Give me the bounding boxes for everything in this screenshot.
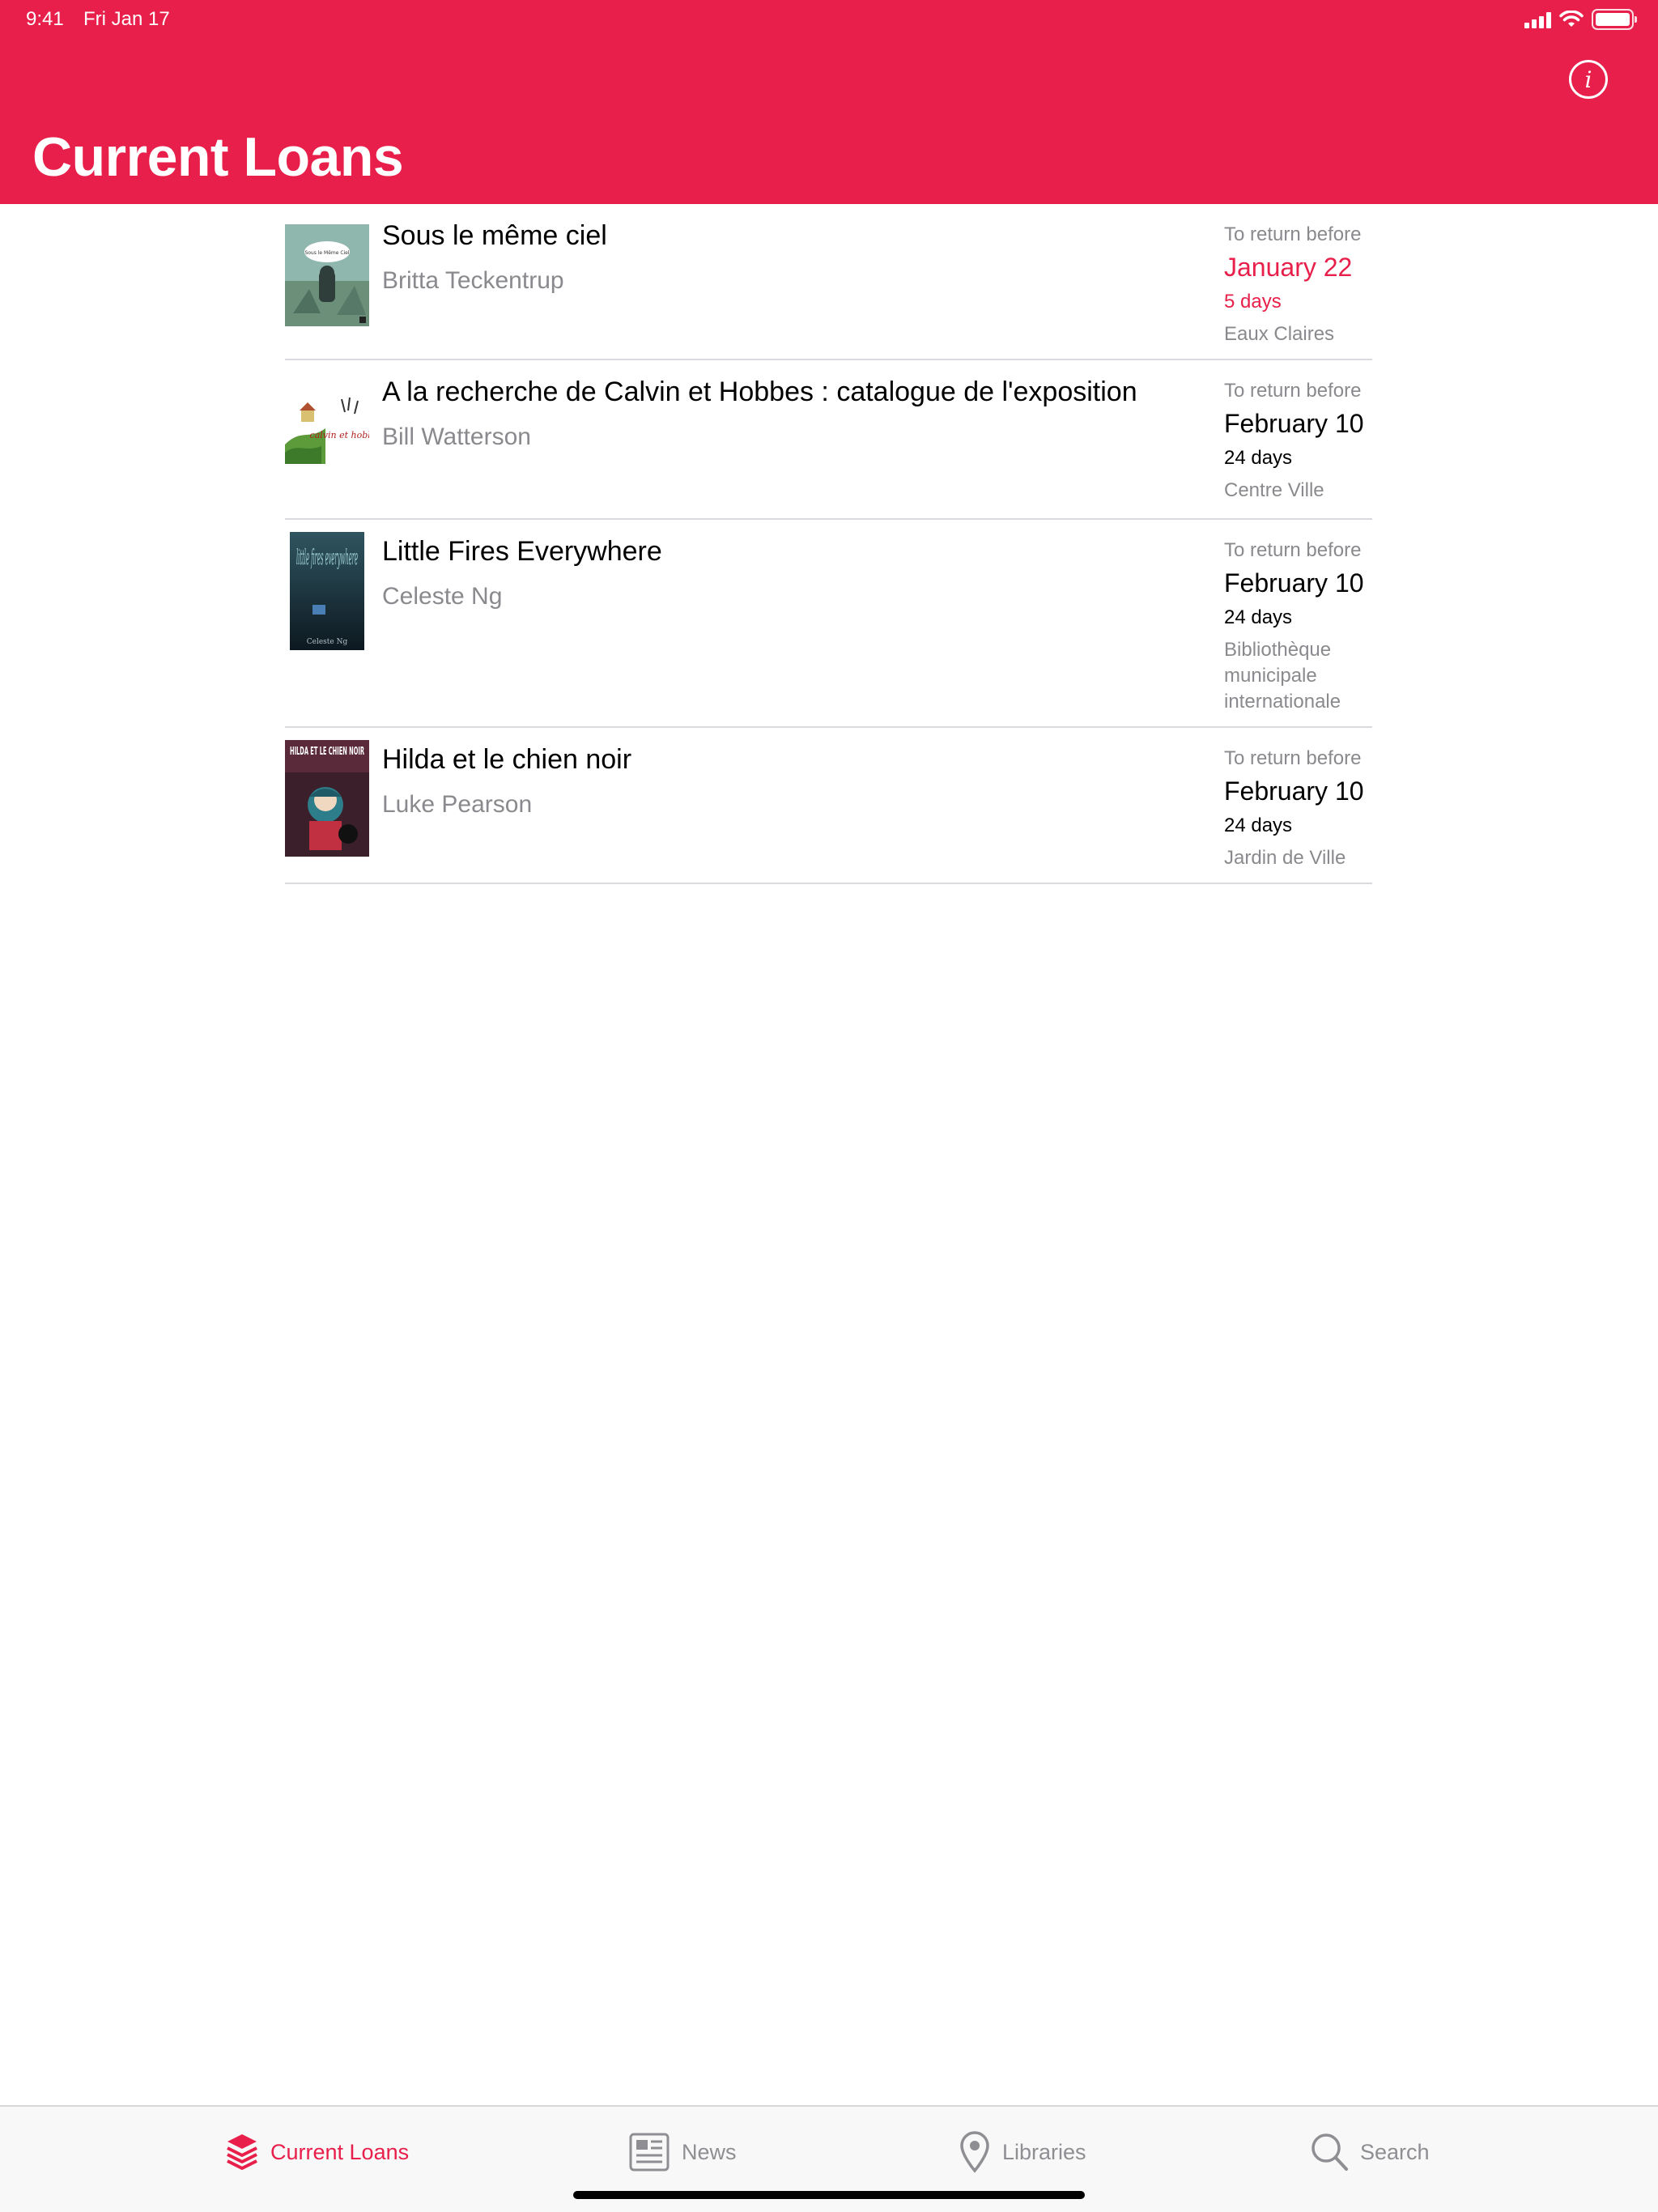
book-title: Sous le même ciel xyxy=(382,220,607,251)
days-remaining: 5 days xyxy=(1224,291,1282,313)
book-title: Hilda et le chien noir xyxy=(382,744,632,775)
due-label: To return before xyxy=(1224,539,1362,561)
due-label: To return before xyxy=(1224,223,1362,245)
book-stack-icon xyxy=(227,2134,257,2170)
due-date: February 10 xyxy=(1224,776,1364,806)
book-author: Britta Teckentrup xyxy=(382,267,564,294)
book-cover-image: Sous le Même Ciel xyxy=(285,224,369,326)
list-item[interactable]: calvin et hobbes A la recherche de Calvi… xyxy=(285,360,1372,520)
due-info: To return before February 10 24 days Bib… xyxy=(1224,539,1378,715)
page-title: Current Loans xyxy=(32,126,404,188)
book-title: A la recherche de Calvin et Hobbes : cat… xyxy=(382,376,1137,407)
book-cover-image: HILDA ET LE CHIEN NOIR xyxy=(285,740,369,857)
book-author: Luke Pearson xyxy=(382,791,533,818)
battery-level xyxy=(1596,13,1630,26)
newspaper-icon xyxy=(629,2133,670,2172)
wifi-icon xyxy=(1559,11,1584,27)
tab-search[interactable]: Search xyxy=(1310,2129,1430,2175)
loan-list: Sous le Même Ciel Sous le même ciel Brit… xyxy=(285,204,1372,884)
status-time: 9:41 xyxy=(26,8,64,30)
cover-title: little fires everywhere xyxy=(296,546,358,570)
screen: 9:41 Fri Jan 17 i Current Loans Sous le … xyxy=(0,0,1658,2212)
library-name: Bibliothèque municipale internationale xyxy=(1224,639,1341,713)
days-remaining: 24 days xyxy=(1224,606,1293,628)
home-indicator[interactable] xyxy=(573,2191,1085,2199)
cellular-signal-icon xyxy=(1524,11,1551,28)
list-item[interactable]: Sous le Même Ciel Sous le même ciel Brit… xyxy=(285,204,1372,360)
magnifier-icon xyxy=(1312,2133,1348,2171)
due-date: February 10 xyxy=(1224,568,1364,598)
tab-label: Libraries xyxy=(1002,2139,1086,2164)
book-author: Celeste Ng xyxy=(382,583,503,610)
due-date: January 22 xyxy=(1224,253,1353,282)
book-author: Bill Watterson xyxy=(382,423,531,450)
days-remaining: 24 days xyxy=(1224,447,1293,469)
library-name: Jardin de Ville xyxy=(1224,847,1346,869)
tab-libraries[interactable]: Libraries xyxy=(959,2129,1086,2175)
library-name: Centre Ville xyxy=(1224,479,1324,501)
due-info: To return before February 10 24 days Cen… xyxy=(1224,380,1378,504)
battery-icon xyxy=(1592,9,1637,30)
due-info: To return before February 10 24 days Jar… xyxy=(1224,747,1378,871)
info-icon[interactable]: i xyxy=(1569,60,1608,99)
cover-title: Sous le Même Ciel xyxy=(304,250,349,256)
due-label: To return before xyxy=(1224,747,1362,769)
nav-header: 9:41 Fri Jan 17 i Current Loans xyxy=(0,0,1658,204)
book-cover-image: little fires everywhere Celeste Ng xyxy=(290,532,364,650)
book-cover-image: calvin et hobbes xyxy=(285,396,369,464)
list-item[interactable]: HILDA ET LE CHIEN NOIR Hilda et le chien… xyxy=(285,728,1372,884)
cover-title: calvin et hobbes xyxy=(310,430,369,440)
tab-label: News xyxy=(682,2139,737,2164)
tab-news[interactable]: News xyxy=(628,2129,737,2175)
due-info: To return before January 22 5 days Eaux … xyxy=(1224,223,1378,347)
status-date: Fri Jan 17 xyxy=(83,8,170,30)
map-pin-icon xyxy=(960,2131,989,2173)
cover-author: Celeste Ng xyxy=(307,638,348,646)
status-icons xyxy=(1524,8,1637,31)
days-remaining: 24 days xyxy=(1224,815,1293,836)
book-title: Little Fires Everywhere xyxy=(382,536,662,567)
list-item[interactable]: little fires everywhere Celeste Ng Littl… xyxy=(285,520,1372,728)
library-name: Eaux Claires xyxy=(1224,323,1335,345)
tab-current-loans[interactable]: Current Loans xyxy=(225,2129,409,2175)
due-label: To return before xyxy=(1224,380,1362,402)
status-bar: 9:41 Fri Jan 17 xyxy=(0,0,1658,39)
tab-label: Current Loans xyxy=(270,2139,410,2164)
cover-title: HILDA ET LE CHIEN NOIR xyxy=(290,746,364,758)
due-date: February 10 xyxy=(1224,409,1364,438)
tab-label: Search xyxy=(1360,2139,1430,2164)
